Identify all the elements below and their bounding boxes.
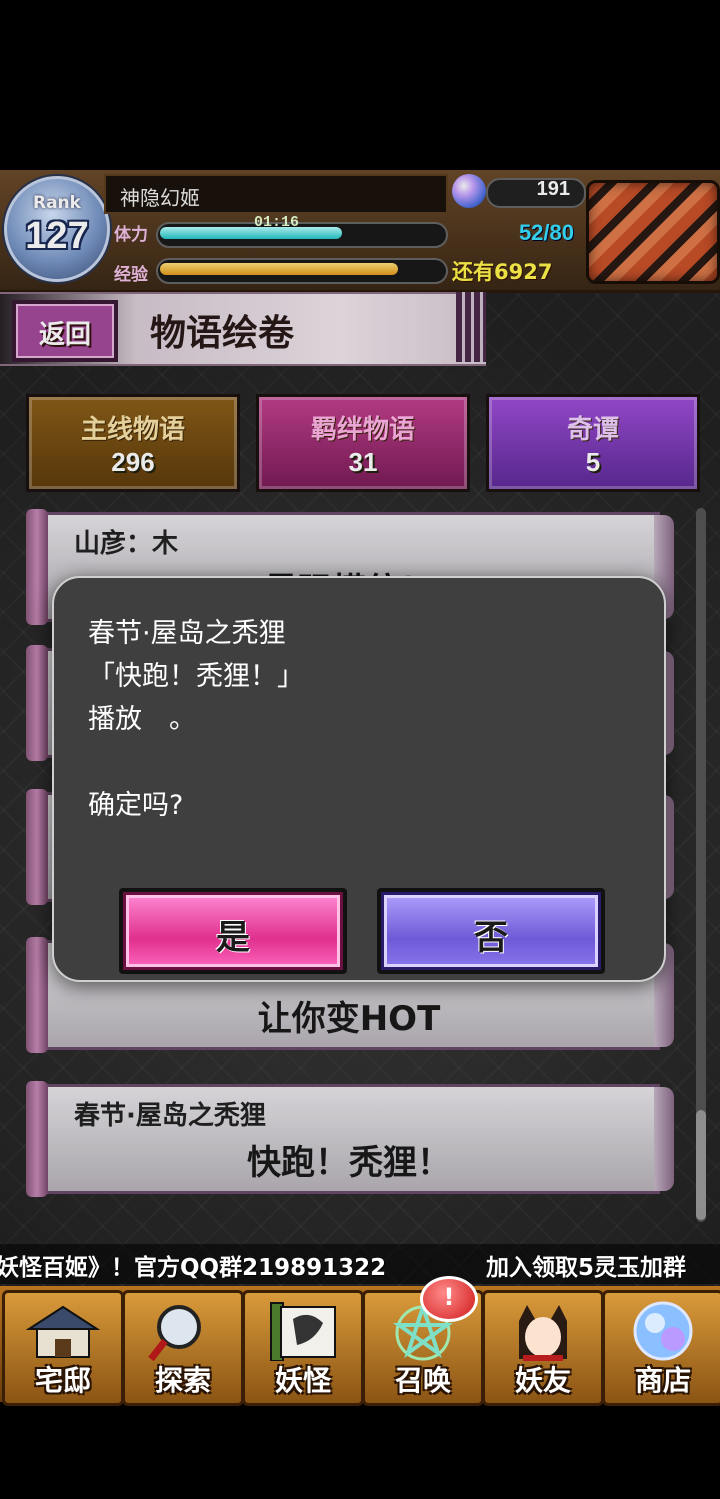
mansion-icon	[25, 1305, 101, 1358]
nav-mansion[interactable]: 宅邸	[2, 1290, 124, 1406]
no-button[interactable]: 否	[377, 888, 605, 974]
summon-notification-badge: !	[420, 1276, 478, 1322]
no-button-label: 否	[474, 918, 508, 958]
nav-label: 妖友	[514, 1364, 571, 1397]
orb-icon	[633, 1301, 693, 1361]
yes-button-label: 是	[216, 918, 250, 958]
yes-button[interactable]: 是	[119, 888, 347, 974]
nav-label: 召唤	[394, 1364, 451, 1397]
dialog-message: 春节·屋岛之秃狸 「快跑！秃狸！」 播放 。 确定吗?	[88, 618, 304, 821]
nav-explore[interactable]: 探索	[122, 1290, 244, 1406]
fox-girl-icon	[519, 1305, 567, 1361]
nav-yokai[interactable]: 妖怪	[242, 1290, 364, 1406]
ticker-text: 加入领取5灵玉加群	[486, 1255, 687, 1281]
nav-label: 商店	[634, 1364, 691, 1397]
nav-shop[interactable]: 商店	[602, 1290, 720, 1406]
nav-label: 宅邸	[34, 1364, 91, 1397]
nav-label: 探索	[154, 1364, 211, 1397]
magnifier-icon	[148, 1305, 201, 1361]
nav-label: 妖怪	[274, 1364, 331, 1397]
ticker-text: 妖怪百姬》！官方QQ群219891322	[0, 1255, 387, 1281]
announcement-ticker: 妖怪百姬》！官方QQ群219891322 加入领取5灵玉加群	[0, 1244, 720, 1284]
nav-friends[interactable]: 妖友	[482, 1290, 604, 1406]
badge-text: !	[443, 1283, 455, 1311]
scroll-icon	[270, 1302, 336, 1361]
